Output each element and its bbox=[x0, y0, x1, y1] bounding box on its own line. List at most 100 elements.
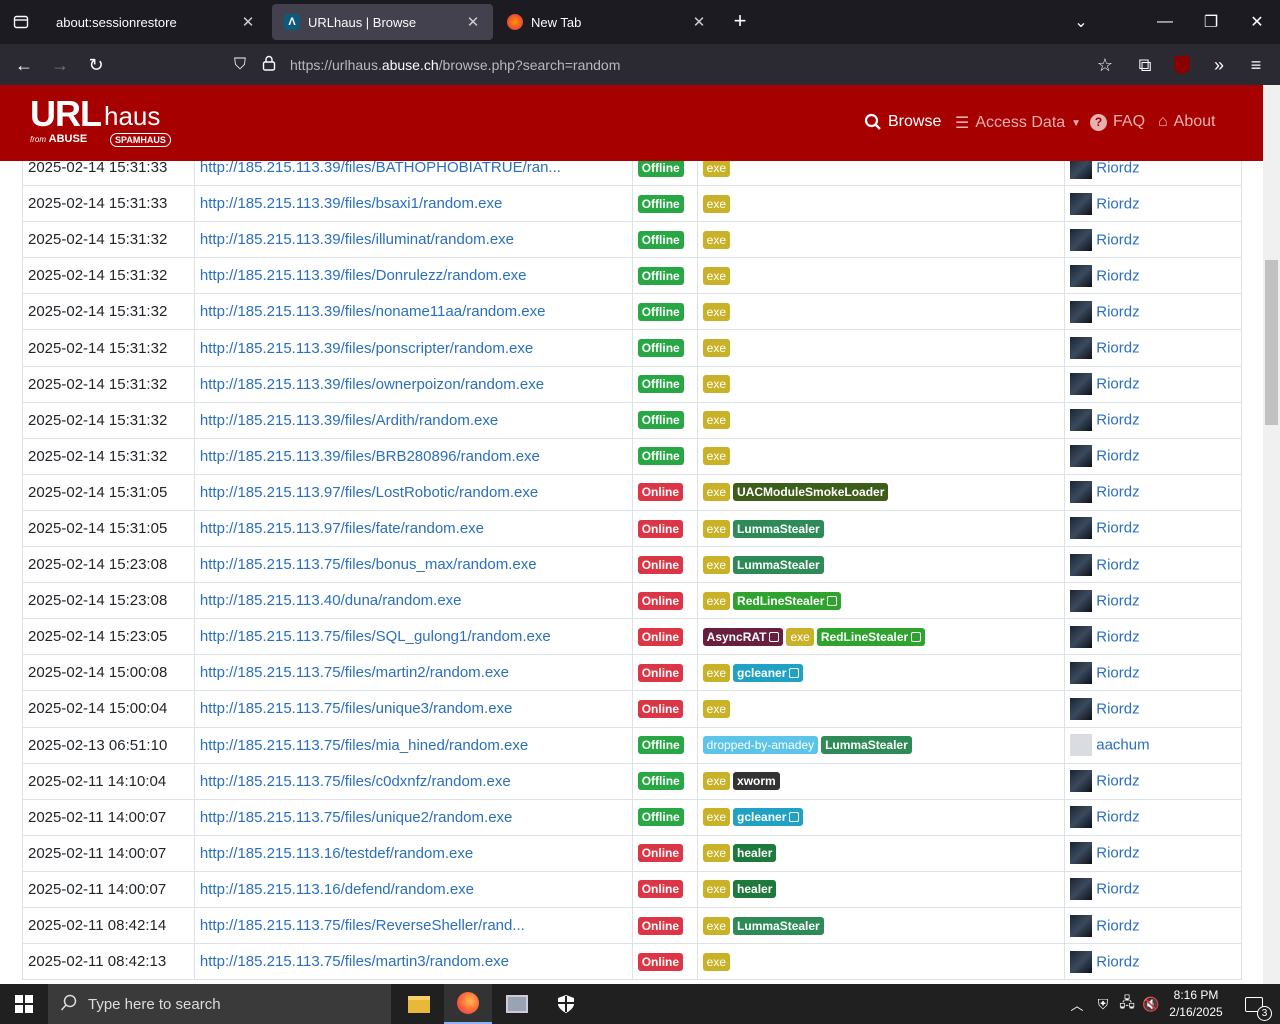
taskbar-search-box[interactable]: Type here to search bbox=[48, 984, 391, 1024]
tag-badge[interactable]: AsyncRAT bbox=[702, 627, 784, 646]
malware-url-link[interactable]: http://185.215.113.97/files/LostRobotic/… bbox=[200, 484, 538, 501]
tag-badge[interactable]: exe bbox=[702, 952, 731, 971]
tag-badge[interactable]: healer bbox=[733, 844, 777, 863]
malware-url-link[interactable]: http://185.215.113.16/defend/random.exe bbox=[200, 881, 474, 898]
tag-badge[interactable]: gcleaner bbox=[733, 808, 804, 827]
tag-badge[interactable]: exe bbox=[702, 339, 731, 358]
reporter-link[interactable]: Riordz bbox=[1096, 773, 1139, 790]
tag-badge[interactable]: exe bbox=[702, 447, 731, 466]
close-tab-icon[interactable]: ✕ bbox=[465, 13, 481, 31]
reporter-link[interactable]: aachum bbox=[1096, 737, 1149, 754]
tag-badge[interactable]: exe bbox=[702, 230, 731, 249]
tag-badge[interactable]: gcleaner bbox=[733, 663, 804, 682]
tab-new[interactable]: New Tab ✕ bbox=[495, 4, 719, 40]
tag-badge[interactable]: exe bbox=[702, 161, 731, 177]
malware-url-link[interactable]: http://185.215.113.75/files/SQL_gulong1/… bbox=[200, 628, 551, 645]
malware-url-link[interactable]: http://185.215.113.39/files/bsaxi1/rando… bbox=[200, 195, 502, 212]
reporter-link[interactable]: Riordz bbox=[1096, 592, 1139, 609]
malware-url-link[interactable]: http://185.215.113.39/files/Ardith/rando… bbox=[200, 412, 498, 429]
file-explorer-icon[interactable] bbox=[395, 984, 443, 1024]
reporter-link[interactable]: Riordz bbox=[1096, 340, 1139, 357]
tag-badge[interactable]: LummaStealer bbox=[733, 916, 824, 935]
malware-url-link[interactable]: http://185.215.113.75/files/martin2/rand… bbox=[200, 664, 509, 681]
tag-badge[interactable]: exe bbox=[702, 266, 731, 285]
overflow-menu-icon[interactable]: » bbox=[1204, 50, 1234, 80]
tag-badge[interactable]: exe bbox=[702, 194, 731, 213]
tab-urlhaus[interactable]: Λ URLhaus | Browse ✕ bbox=[272, 4, 493, 40]
chevron-up-icon[interactable]: ︿ bbox=[1062, 984, 1092, 1024]
malware-url-link[interactable]: http://185.215.113.75/files/ReverseShell… bbox=[200, 917, 525, 934]
windows-start-icon[interactable] bbox=[0, 984, 48, 1024]
malware-url-link[interactable]: http://185.215.113.39/files/ponscripter/… bbox=[200, 340, 533, 357]
reporter-link[interactable]: Riordz bbox=[1096, 448, 1139, 465]
tag-badge[interactable]: RedLineStealer bbox=[733, 591, 842, 610]
reporter-link[interactable]: Riordz bbox=[1096, 412, 1139, 429]
network-app-icon[interactable] bbox=[493, 984, 541, 1024]
malware-url-link[interactable]: http://185.215.113.75/files/unique2/rand… bbox=[200, 809, 512, 826]
tab-sessionrestore[interactable]: about:sessionrestore ✕ bbox=[44, 4, 268, 40]
nav-about[interactable]: ⌂ About bbox=[1158, 113, 1215, 131]
address-bar[interactable]: ⛉ https://urlhaus.abuse.ch/browse.php?se… bbox=[228, 48, 1128, 81]
reporter-link[interactable]: Riordz bbox=[1096, 556, 1139, 573]
malware-url-link[interactable]: http://185.215.113.75/files/unique3/rand… bbox=[200, 700, 512, 717]
tag-badge[interactable]: exe bbox=[786, 627, 814, 646]
reporter-link[interactable]: Riordz bbox=[1096, 845, 1139, 862]
extensions-icon[interactable]: ⧉ bbox=[1130, 50, 1160, 80]
restore-icon[interactable]: ❐ bbox=[1188, 0, 1234, 44]
malware-url-link[interactable]: http://185.215.113.97/files/fate/random.… bbox=[200, 520, 484, 537]
reporter-link[interactable]: Riordz bbox=[1096, 809, 1139, 826]
malware-url-link[interactable]: http://185.215.113.39/files/BRB280896/ra… bbox=[200, 448, 540, 465]
reporter-link[interactable]: Riordz bbox=[1096, 628, 1139, 645]
reporter-link[interactable]: Riordz bbox=[1096, 231, 1139, 248]
tag-badge[interactable]: exe bbox=[702, 519, 731, 538]
scrollbar-thumb[interactable] bbox=[1265, 260, 1278, 425]
reporter-link[interactable]: Riordz bbox=[1096, 161, 1139, 176]
malware-url-link[interactable]: http://185.215.113.39/files/Donrulezz/ra… bbox=[200, 267, 527, 284]
tag-badge[interactable]: LummaStealer bbox=[821, 736, 912, 755]
reporter-link[interactable]: Riordz bbox=[1096, 376, 1139, 393]
tag-badge[interactable]: exe bbox=[702, 411, 731, 430]
malware-url-link[interactable]: http://185.215.113.75/files/c0dxnfz/rand… bbox=[200, 773, 511, 790]
reporter-link[interactable]: Riordz bbox=[1096, 881, 1139, 898]
forward-icon[interactable]: → bbox=[45, 50, 75, 80]
tag-badge[interactable]: exe bbox=[702, 772, 731, 791]
bookmark-star-icon[interactable]: ☆ bbox=[1090, 50, 1120, 80]
tag-badge[interactable]: exe bbox=[702, 844, 731, 863]
malware-url-link[interactable]: http://185.215.113.39/files/ownerpoizon/… bbox=[200, 376, 544, 393]
nav-access-data[interactable]: ☰ Access Data ▼ bbox=[955, 113, 1081, 133]
tag-badge[interactable]: exe bbox=[702, 375, 731, 394]
nav-browse[interactable]: Browse bbox=[864, 113, 941, 131]
reporter-link[interactable]: Riordz bbox=[1096, 195, 1139, 212]
malware-url-link[interactable]: http://185.215.113.75/files/bonus_max/ra… bbox=[200, 556, 537, 573]
minimize-icon[interactable]: — bbox=[1142, 0, 1188, 44]
reload-icon[interactable]: ↻ bbox=[81, 50, 111, 80]
firefox-icon[interactable] bbox=[444, 984, 492, 1024]
tag-badge[interactable]: LummaStealer bbox=[733, 519, 824, 538]
tag-badge[interactable]: LummaStealer bbox=[733, 555, 824, 574]
security-shield-icon[interactable] bbox=[542, 984, 590, 1024]
reporter-link[interactable]: Riordz bbox=[1096, 303, 1139, 320]
ublock-icon[interactable] bbox=[1167, 50, 1197, 80]
reporter-link[interactable]: Riordz bbox=[1096, 700, 1139, 717]
tag-badge[interactable]: exe bbox=[702, 880, 731, 899]
tag-badge[interactable]: xworm bbox=[733, 772, 780, 791]
malware-url-link[interactable]: http://185.215.113.39/files/noname11aa/r… bbox=[200, 303, 546, 320]
tag-badge[interactable]: RedLineStealer bbox=[816, 627, 926, 646]
list-all-tabs-icon[interactable]: ⌄ bbox=[1058, 0, 1104, 44]
notifications-icon[interactable]: 3 bbox=[1234, 984, 1274, 1024]
tag-badge[interactable]: exe bbox=[702, 916, 731, 935]
nav-faq[interactable]: ? FAQ bbox=[1090, 113, 1145, 131]
lock-icon[interactable] bbox=[262, 55, 276, 74]
reporter-link[interactable]: Riordz bbox=[1096, 917, 1139, 934]
tag-badge[interactable]: exe bbox=[702, 555, 731, 574]
malware-url-link[interactable]: http://185.215.113.16/testdef/random.exe bbox=[200, 845, 473, 862]
reporter-link[interactable]: Riordz bbox=[1096, 267, 1139, 284]
shield-icon[interactable]: ⛉ bbox=[234, 56, 246, 74]
malware-url-link[interactable]: http://185.215.113.39/files/BATHOPHOBIAT… bbox=[200, 161, 561, 176]
tag-badge[interactable]: dropped-by-amadey bbox=[702, 736, 819, 755]
reporter-link[interactable]: Riordz bbox=[1096, 664, 1139, 681]
tag-badge[interactable]: exe bbox=[702, 808, 731, 827]
tag-badge[interactable]: exe bbox=[702, 483, 731, 502]
defender-tray-icon[interactable]: ⛨ bbox=[1090, 984, 1116, 1024]
malware-url-link[interactable]: http://185.215.113.40/duna/random.exe bbox=[200, 592, 462, 609]
